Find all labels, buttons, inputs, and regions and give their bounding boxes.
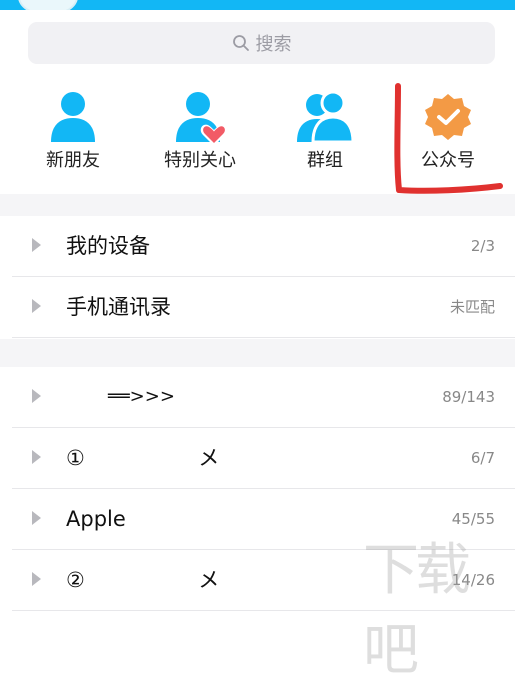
expand-arrow-icon — [32, 299, 41, 313]
group-row[interactable]: Apple 45/55 — [12, 489, 515, 550]
search-area: 搜索 — [0, 10, 515, 74]
group-icon — [297, 90, 355, 144]
group-row[interactable]: 手机通讯录 未匹配 — [12, 277, 515, 338]
group-row[interactable]: 我的设备 2/3 — [12, 216, 515, 277]
group-count: 2/3 — [470, 237, 495, 255]
expand-arrow-icon — [32, 450, 41, 464]
group-count: 6/7 — [470, 449, 495, 467]
top-bar — [0, 0, 515, 16]
group-name: 我的设备 — [66, 234, 150, 258]
group-name: ══>>> — [108, 386, 175, 407]
group-row[interactable]: ══>>> 89/143 — [12, 367, 515, 428]
search-placeholder: 搜索 — [255, 34, 292, 55]
expand-arrow-icon — [32, 389, 41, 403]
group-name: Apple — [66, 507, 126, 531]
person-heart-icon — [176, 92, 228, 146]
expand-arrow-icon — [32, 511, 41, 525]
quick-label: 新朋友 — [46, 150, 100, 171]
section-gap — [0, 339, 515, 367]
quick-entry-row: 新朋友 特别关心 群组 公众号 — [0, 74, 515, 194]
person-icon — [51, 92, 95, 142]
group-row[interactable]: ① メ 6/7 — [12, 428, 515, 489]
verified-badge-icon — [425, 94, 471, 140]
quick-special-care[interactable]: 特别关心 — [140, 74, 260, 194]
quick-new-friends[interactable]: 新朋友 — [13, 74, 133, 194]
group-row[interactable]: ② メ 14/26 — [12, 550, 515, 611]
group-count: 45/55 — [451, 510, 495, 528]
group-count: 未匹配 — [449, 298, 495, 316]
group-name: 手机通讯录 — [66, 295, 171, 319]
group-name: ② メ — [66, 568, 220, 592]
search-input[interactable]: 搜索 — [28, 22, 495, 64]
group-name: ① メ — [66, 446, 220, 470]
quick-groups[interactable]: 群组 — [265, 74, 385, 194]
section-gap — [0, 194, 515, 216]
group-count: 89/143 — [442, 388, 495, 406]
search-icon — [232, 35, 249, 51]
expand-arrow-icon — [32, 572, 41, 586]
group-count: 14/26 — [451, 571, 495, 589]
quick-official-accounts[interactable]: 公众号 — [388, 74, 508, 194]
quick-label: 群组 — [307, 150, 343, 171]
expand-arrow-icon — [32, 238, 41, 252]
quick-label: 公众号 — [421, 150, 475, 171]
quick-label: 特别关心 — [164, 150, 236, 171]
